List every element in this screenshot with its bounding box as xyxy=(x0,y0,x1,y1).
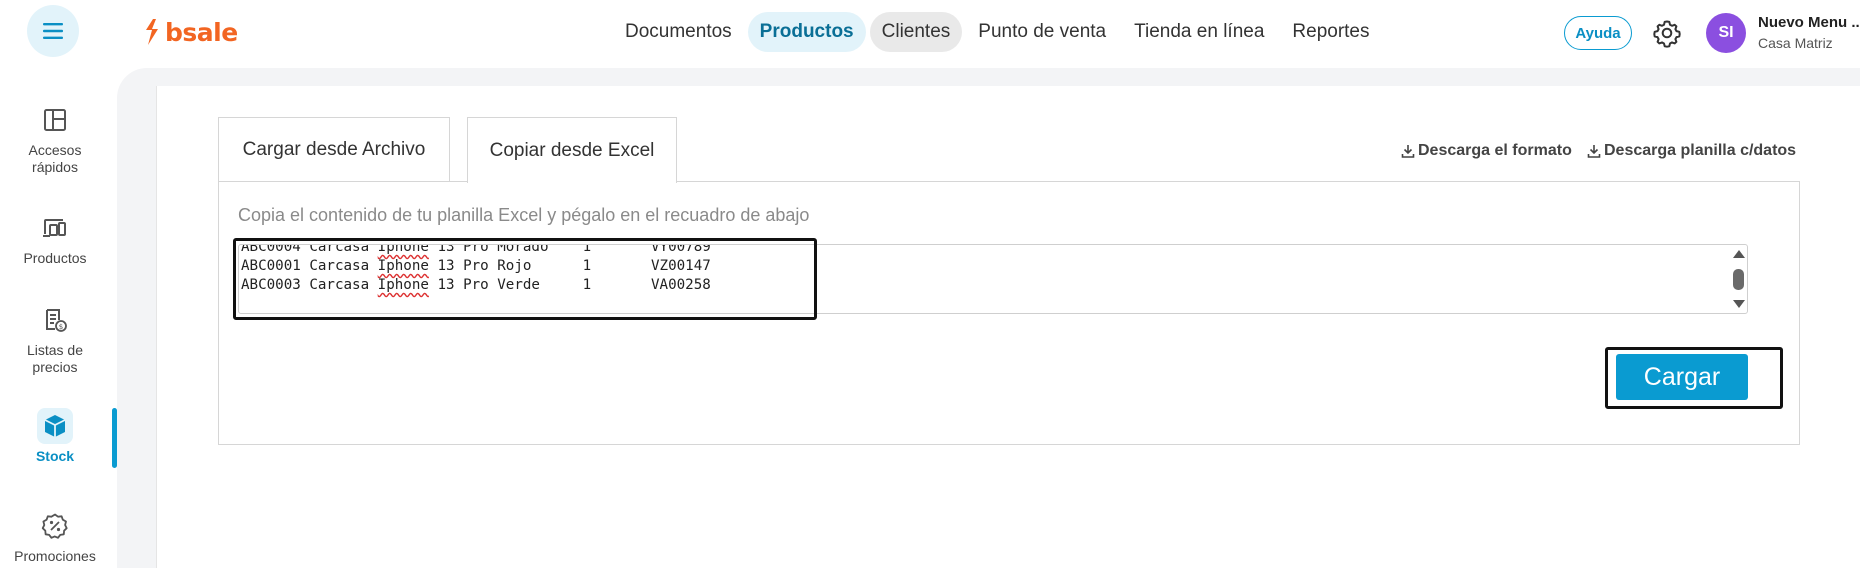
sidebar-item-label: Promociones xyxy=(14,548,96,564)
download-icon xyxy=(1401,145,1415,158)
cargar-button[interactable]: Cargar xyxy=(1616,354,1748,400)
sidebar-item-stock[interactable]: Stock xyxy=(0,408,110,465)
paste-instructions: Copia el contenido de tu planilla Excel … xyxy=(238,205,810,225)
textarea-scrollbar[interactable] xyxy=(1729,245,1747,313)
gear-icon[interactable] xyxy=(1651,17,1683,49)
layout-icon xyxy=(37,102,73,138)
brand-name: bsale xyxy=(165,17,238,47)
scroll-down-arrow-icon[interactable] xyxy=(1733,300,1745,308)
nav-punto-de-venta[interactable]: Punto de venta xyxy=(966,12,1118,52)
percent-badge-icon xyxy=(37,508,73,544)
download-data-label: Descarga planilla c/datos xyxy=(1604,142,1797,159)
sidebar-item-label: Listas de precios xyxy=(26,342,84,375)
nav-reportes[interactable]: Reportes xyxy=(1280,12,1381,52)
sidebar-item-productos[interactable]: Productos xyxy=(0,210,110,267)
tab-copiar-desde-excel[interactable]: Copiar desde Excel xyxy=(467,117,677,183)
sidebar-item-promociones[interactable]: Promociones xyxy=(0,508,110,565)
hamburger-menu-button[interactable] xyxy=(27,5,79,57)
bsale-logo-icon xyxy=(146,19,158,45)
user-branch: Casa Matriz xyxy=(1758,35,1833,51)
main-nav: Documentos Productos Clientes Punto de v… xyxy=(613,12,1382,52)
nav-documentos[interactable]: Documentos xyxy=(613,12,744,52)
top-bar: bsale Documentos Productos Clientes Punt… xyxy=(0,0,1860,66)
sidebar-item-label: Productos xyxy=(23,250,87,266)
brand-logo[interactable]: bsale xyxy=(143,17,238,47)
sidebar: Accesos rápidos Productos $ Listas de pr… xyxy=(0,66,110,568)
user-info[interactable]: Nuevo Menu ... Casa Matriz xyxy=(1758,14,1860,51)
sidebar-item-accesos-rapidos[interactable]: Accesos rápidos xyxy=(0,102,110,176)
tab-cargar-desde-archivo[interactable]: Cargar desde Archivo xyxy=(218,117,450,182)
scroll-thumb[interactable] xyxy=(1733,269,1744,290)
user-name: Nuevo Menu ... xyxy=(1758,14,1860,31)
nav-tienda-en-linea[interactable]: Tienda en línea xyxy=(1122,12,1276,52)
download-format-label: Descarga el formato xyxy=(1418,142,1572,159)
box-icon xyxy=(37,408,73,444)
download-icon xyxy=(1587,145,1601,158)
sidebar-item-label: Accesos rápidos xyxy=(28,142,82,175)
devices-icon xyxy=(37,210,73,246)
download-data-link[interactable]: Descarga planilla c/datos xyxy=(1586,142,1796,160)
hamburger-icon xyxy=(43,23,63,39)
scroll-up-arrow-icon[interactable] xyxy=(1733,250,1745,258)
sidebar-item-listas-de-precios[interactable]: $ Listas de precios xyxy=(0,302,110,376)
textarea-highlight-box xyxy=(233,238,817,320)
svg-text:$: $ xyxy=(59,323,63,331)
nav-productos[interactable]: Productos xyxy=(747,12,866,52)
user-avatar[interactable]: SI xyxy=(1706,13,1746,53)
sidebar-item-label: Stock xyxy=(35,448,75,464)
help-button[interactable]: Ayuda xyxy=(1564,16,1632,50)
download-format-link[interactable]: Descarga el formato xyxy=(1400,142,1572,160)
nav-clientes[interactable]: Clientes xyxy=(869,12,963,52)
price-list-icon: $ xyxy=(37,302,73,338)
